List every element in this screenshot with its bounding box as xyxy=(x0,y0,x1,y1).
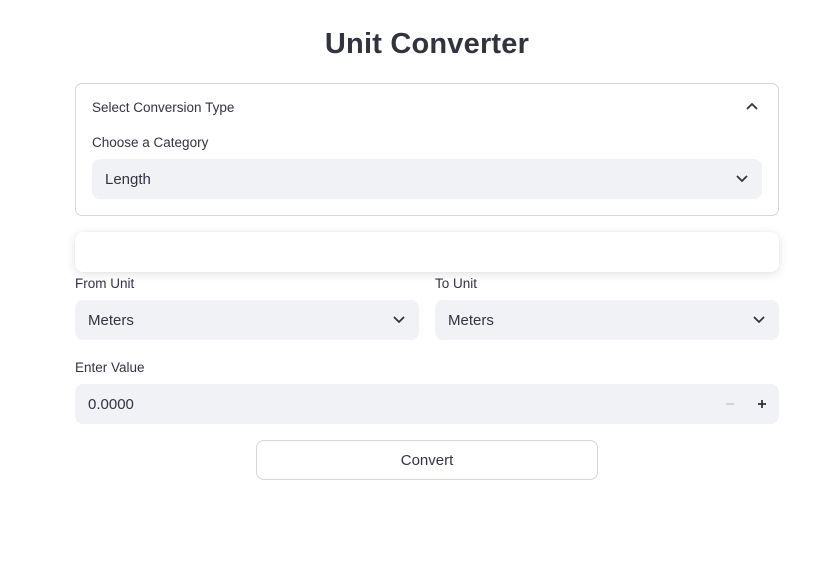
to-unit-label: To Unit xyxy=(435,276,478,291)
value-input-text[interactable]: 0.0000 xyxy=(88,396,134,413)
category-select-value: Length xyxy=(105,171,151,188)
minus-icon xyxy=(726,403,734,405)
app-page: Unit Converter Select Conversion Type Ch… xyxy=(0,0,837,563)
value-number-input[interactable]: 0.0000 xyxy=(75,384,779,424)
increment-button[interactable] xyxy=(746,384,778,424)
page-title: Unit Converter xyxy=(324,28,530,60)
from-unit-select-value: Meters xyxy=(88,312,134,329)
category-label: Choose a Category xyxy=(92,135,209,150)
chevron-up-icon xyxy=(746,103,758,110)
convert-button[interactable]: Convert xyxy=(256,440,598,480)
expander-title: Select Conversion Type xyxy=(92,100,235,115)
expander-header[interactable]: Select Conversion Type xyxy=(76,84,778,130)
category-select[interactable]: Length xyxy=(92,159,762,199)
plus-icon xyxy=(758,400,766,408)
from-unit-label: From Unit xyxy=(75,276,135,291)
chevron-down-icon xyxy=(393,316,405,323)
conversion-type-expander: Select Conversion Type Choose a Category… xyxy=(75,83,779,216)
decrement-button[interactable] xyxy=(714,384,746,424)
to-unit-select[interactable]: Meters xyxy=(435,300,779,340)
empty-card xyxy=(75,232,779,272)
enter-value-label: Enter Value xyxy=(75,360,145,375)
to-unit-select-value: Meters xyxy=(448,312,494,329)
chevron-down-icon xyxy=(736,175,748,182)
from-unit-select[interactable]: Meters xyxy=(75,300,419,340)
chevron-down-icon xyxy=(753,316,765,323)
